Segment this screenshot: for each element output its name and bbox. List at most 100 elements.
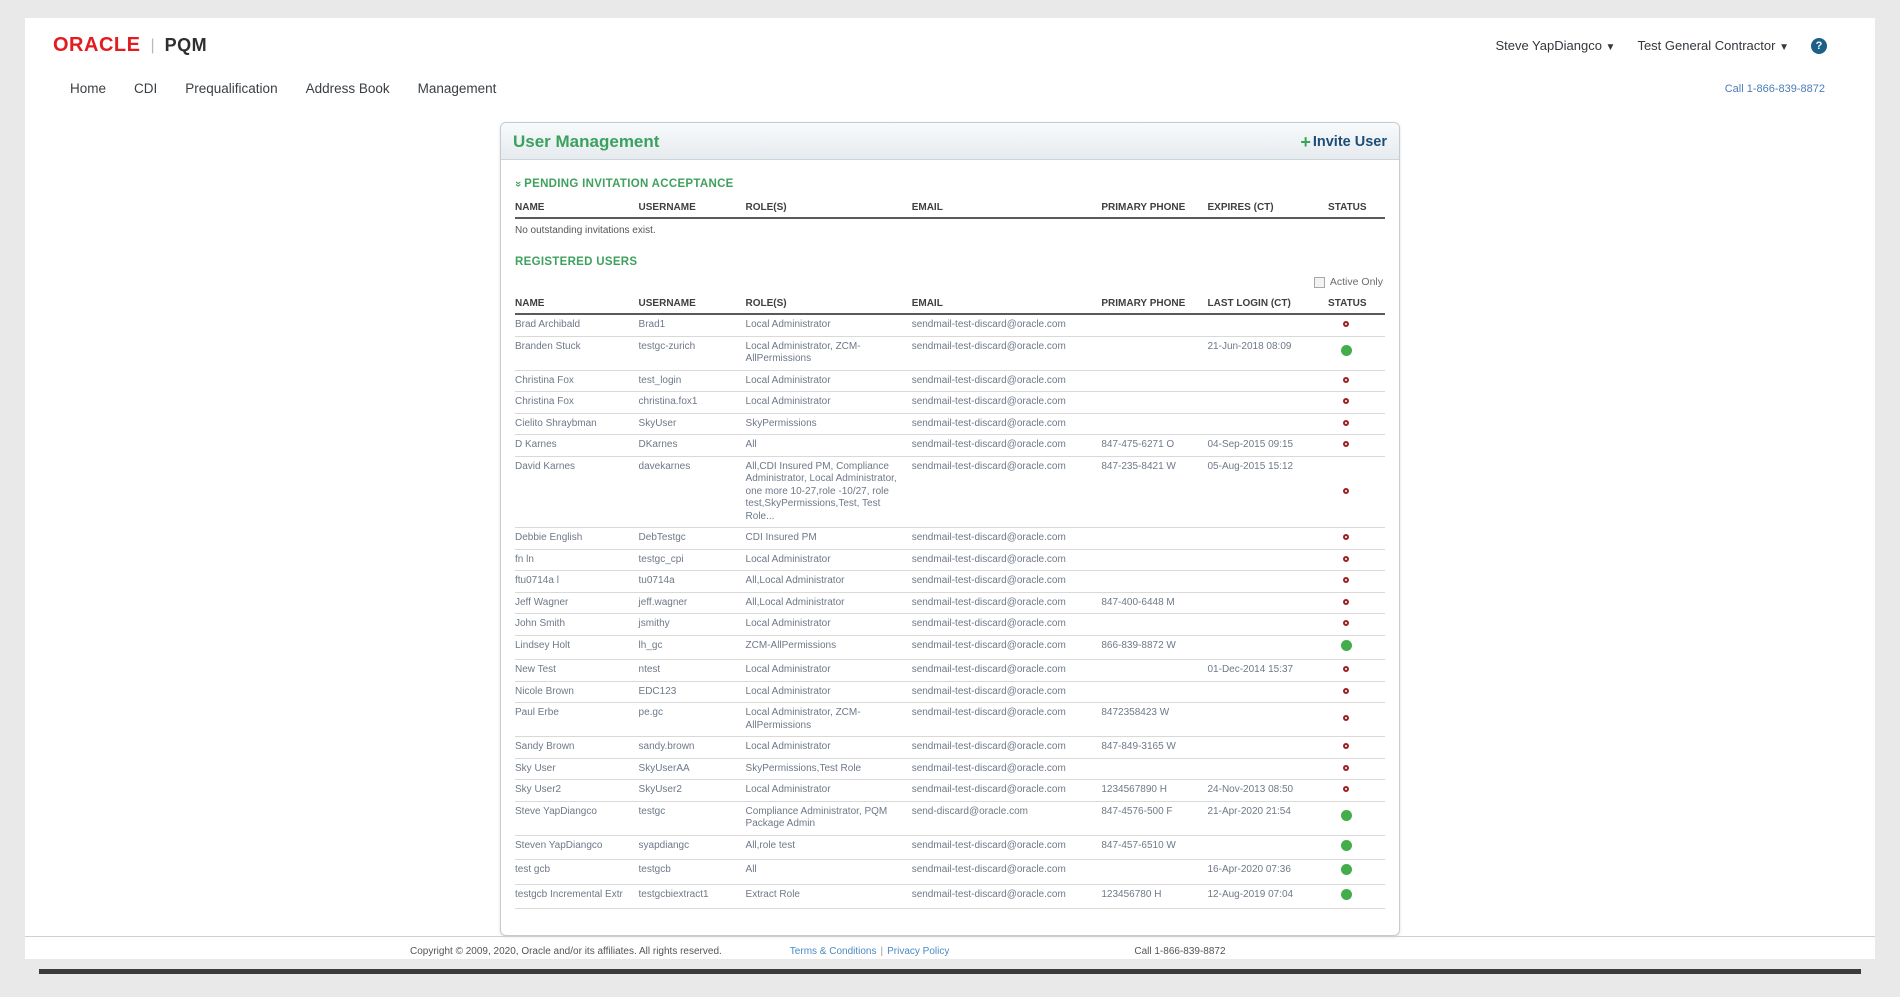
nav-item-management[interactable]: Management xyxy=(418,81,497,96)
privacy-link[interactable]: Privacy Policy xyxy=(887,946,949,957)
user-status-cell xyxy=(1314,681,1385,703)
user-email: sendmail-test-discard@oracle.com xyxy=(912,456,1102,528)
user-name-link[interactable]: ftu0714a l xyxy=(515,571,639,593)
user-row: New TestntestLocal Administratorsendmail… xyxy=(515,660,1385,682)
terms-link[interactable]: Terms & Conditions xyxy=(790,946,877,957)
pending-table-header-row: NAME USERNAME ROLE(S) EMAIL PRIMARY PHON… xyxy=(515,198,1385,218)
call-phone-link[interactable]: Call 1-866-839-8872 xyxy=(1725,83,1825,95)
user-name-link[interactable]: testgcb Incremental Extr xyxy=(515,884,639,909)
user-name-link[interactable]: Sandy Brown xyxy=(515,737,639,759)
user-roles: Local Administrator xyxy=(746,614,912,636)
status-inactive-icon xyxy=(1343,441,1349,447)
user-name-link[interactable]: test gcb xyxy=(515,860,639,885)
user-status-cell xyxy=(1314,456,1385,528)
user-roles: Extract Role xyxy=(746,884,912,909)
user-name-link[interactable]: Cielito Shraybman xyxy=(515,413,639,435)
user-status-cell xyxy=(1314,835,1385,860)
user-roles: Local Administrator xyxy=(746,780,912,802)
invite-user-button[interactable]: + Invite User xyxy=(1300,134,1387,150)
user-row: Cielito ShraybmanSkyUserSkyPermissionsse… xyxy=(515,413,1385,435)
registered-table-header-row: NAME USERNAME ROLE(S) EMAIL PRIMARY PHON… xyxy=(515,294,1385,314)
user-status-cell xyxy=(1314,435,1385,457)
brand: ORACLE | PQM xyxy=(53,34,207,57)
user-email: sendmail-test-discard@oracle.com xyxy=(912,592,1102,614)
main-nav: Home CDI Prequalification Address Book M… xyxy=(25,67,1875,108)
user-phone xyxy=(1101,681,1207,703)
user-name-link[interactable]: Steven YapDiangco xyxy=(515,835,639,860)
user-phone xyxy=(1101,571,1207,593)
user-phone: 1234567890 H xyxy=(1101,780,1207,802)
user-name-link[interactable]: Paul Erbe xyxy=(515,703,639,737)
user-name-link[interactable]: Christina Fox xyxy=(515,370,639,392)
user-phone: 847-475-6271 O xyxy=(1101,435,1207,457)
user-email: sendmail-test-discard@oracle.com xyxy=(912,703,1102,737)
user-email: sendmail-test-discard@oracle.com xyxy=(912,435,1102,457)
pending-section-header[interactable]: » PENDING INVITATION ACCEPTANCE xyxy=(515,178,1385,190)
status-active-icon xyxy=(1341,840,1352,851)
user-menu[interactable]: Steve YapDiangco ▼ xyxy=(1495,38,1615,53)
user-email: sendmail-test-discard@oracle.com xyxy=(912,314,1102,336)
user-roles: Local Administrator xyxy=(746,314,912,336)
app-header: ORACLE | PQM Steve YapDiangco ▼ Test Gen… xyxy=(25,18,1875,67)
user-name-link[interactable]: Nicole Brown xyxy=(515,681,639,703)
user-name-link[interactable]: John Smith xyxy=(515,614,639,636)
user-row: fn lntestgc_cpiLocal Administratorsendma… xyxy=(515,549,1385,571)
user-phone: 847-4576-500 F xyxy=(1101,801,1207,835)
nav-item-address-book[interactable]: Address Book xyxy=(306,81,390,96)
user-name-link[interactable]: Jeff Wagner xyxy=(515,592,639,614)
user-name-link[interactable]: New Test xyxy=(515,660,639,682)
user-name-link[interactable]: David Karnes xyxy=(515,456,639,528)
pending-empty-message: No outstanding invitations exist. xyxy=(515,219,1385,250)
user-phone xyxy=(1101,314,1207,336)
user-name-link[interactable]: fn ln xyxy=(515,549,639,571)
user-username: syapdiangc xyxy=(639,835,746,860)
help-icon[interactable]: ? xyxy=(1811,38,1827,54)
status-inactive-icon xyxy=(1343,620,1349,626)
user-email: sendmail-test-discard@oracle.com xyxy=(912,549,1102,571)
org-menu[interactable]: Test General Contractor ▼ xyxy=(1637,38,1789,53)
user-last-login xyxy=(1207,571,1313,593)
user-last-login xyxy=(1207,703,1313,737)
user-email: sendmail-test-discard@oracle.com xyxy=(912,835,1102,860)
user-phone: 847-400-6448 M xyxy=(1101,592,1207,614)
status-inactive-icon xyxy=(1343,398,1349,404)
user-username: pe.gc xyxy=(639,703,746,737)
user-row: Sky User2SkyUser2Local Administratorsend… xyxy=(515,780,1385,802)
user-name-link[interactable]: Lindsey Holt xyxy=(515,635,639,660)
user-username: davekarnes xyxy=(639,456,746,528)
user-status-cell xyxy=(1314,758,1385,780)
nav-item-home[interactable]: Home xyxy=(70,81,106,96)
col-expires: EXPIRES (CT) xyxy=(1207,198,1313,218)
user-roles: Local Administrator xyxy=(746,549,912,571)
col-primary-phone: PRIMARY PHONE xyxy=(1101,294,1207,314)
nav-item-prequalification[interactable]: Prequalification xyxy=(185,81,277,96)
user-last-login xyxy=(1207,549,1313,571)
user-roles: All,Local Administrator xyxy=(746,592,912,614)
user-last-login xyxy=(1207,681,1313,703)
user-roles: All,Local Administrator xyxy=(746,571,912,593)
user-name-link[interactable]: Brad Archibald xyxy=(515,314,639,336)
user-row: Paul Erbepe.gcLocal Administrator, ZCM-A… xyxy=(515,703,1385,737)
col-username: USERNAME xyxy=(639,198,746,218)
nav-item-cdi[interactable]: CDI xyxy=(134,81,157,96)
user-name-link[interactable]: Branden Stuck xyxy=(515,336,639,370)
user-roles: Local Administrator xyxy=(746,370,912,392)
user-username: jsmithy xyxy=(639,614,746,636)
col-email: EMAIL xyxy=(912,198,1102,218)
active-only-checkbox[interactable] xyxy=(1314,277,1325,288)
status-active-icon xyxy=(1341,810,1352,821)
user-username: SkyUser2 xyxy=(639,780,746,802)
user-name-link[interactable]: Sky User2 xyxy=(515,780,639,802)
status-inactive-icon xyxy=(1343,488,1349,494)
status-inactive-icon xyxy=(1343,666,1349,672)
user-name-link[interactable]: Sky User xyxy=(515,758,639,780)
user-row: testgcb Incremental Extrtestgcbiextract1… xyxy=(515,884,1385,909)
user-last-login xyxy=(1207,635,1313,660)
user-name-link[interactable]: Christina Fox xyxy=(515,392,639,414)
user-username: DKarnes xyxy=(639,435,746,457)
user-name-link[interactable]: Steve YapDiangco xyxy=(515,801,639,835)
user-row: John SmithjsmithyLocal Administratorsend… xyxy=(515,614,1385,636)
user-name-link[interactable]: D Karnes xyxy=(515,435,639,457)
status-active-icon xyxy=(1341,889,1352,900)
user-name-link[interactable]: Debbie English xyxy=(515,528,639,550)
